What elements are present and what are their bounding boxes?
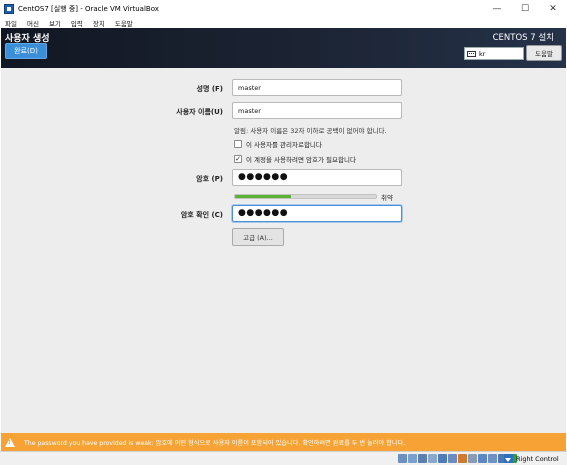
password-strength-fill	[235, 195, 292, 198]
hdd-icon[interactable]	[398, 454, 407, 463]
virtualbox-app-icon	[4, 3, 14, 14]
password-field[interactable]: ●●●●●●	[232, 169, 402, 186]
menu-input[interactable]: 입력	[71, 18, 83, 28]
network-icon[interactable]	[428, 454, 437, 463]
password-value: ●●●●●●	[238, 172, 289, 182]
username-value: master	[238, 106, 261, 115]
warning-icon	[5, 437, 15, 447]
confirm-password-value: ●●●●●●	[238, 208, 289, 218]
maximize-button[interactable]: ☐	[511, 0, 539, 17]
window-title: CentOS7 [실행 중] - Oracle VM VirtualBox	[18, 4, 159, 13]
menu-machine[interactable]: 머신	[27, 18, 39, 28]
close-button[interactable]: ✕	[539, 0, 567, 17]
status-icons	[398, 454, 518, 463]
host-key-indicator: Right Control	[504, 454, 559, 463]
minimize-button[interactable]: —	[483, 0, 511, 17]
recording-icon[interactable]	[468, 454, 477, 463]
cpu-icon[interactable]	[478, 454, 487, 463]
fullname-field[interactable]: master	[232, 79, 402, 96]
keyboard-layout-label: kr	[479, 49, 486, 58]
fullname-label: 성명 (F)	[196, 85, 224, 93]
host-key-arrow-icon	[504, 454, 513, 463]
keyboard-layout-indicator[interactable]: kr	[464, 47, 524, 60]
audio-icon[interactable]	[418, 454, 427, 463]
username-hint: 알림: 사용자 이름은 32자 이하로 공백이 없어야 합니다.	[234, 127, 387, 135]
weak-password-warning-bar[interactable]: The password you have provided is weak: …	[1, 433, 566, 451]
admin-checkbox[interactable]	[234, 140, 242, 148]
fullname-value: master	[238, 83, 261, 92]
window-titlebar: CentOS7 [실행 중] - Oracle VM VirtualBox — …	[0, 0, 567, 17]
window-controls: — ☐ ✕	[483, 0, 567, 17]
shared-folder-icon[interactable]	[448, 454, 457, 463]
menu-file[interactable]: 파일	[5, 18, 17, 28]
username-label: 사용자 이름(U)	[176, 108, 223, 116]
keyboard-icon	[467, 50, 476, 57]
password-label: 암호 (P)	[196, 175, 223, 183]
username-field[interactable]: master	[232, 102, 402, 119]
host-key-label: Right Control	[516, 454, 559, 463]
password-strength-label: 취약	[381, 194, 393, 202]
done-button[interactable]: 완료(D)	[5, 43, 47, 59]
create-user-form: 성명 (F) master 사용자 이름(U) master 알림: 사용자 이…	[1, 68, 566, 435]
help-button[interactable]: 도움말	[526, 45, 562, 61]
require-password-checkbox-row[interactable]: ✓ 이 계정을 사용하려면 암호가 필요합니다	[234, 154, 356, 164]
display-icon[interactable]	[458, 454, 467, 463]
confirm-password-label: 암호 확인 (C)	[180, 211, 223, 219]
admin-checkbox-label: 이 사용자를 관리자로합니다	[246, 141, 322, 149]
require-password-label: 이 계정을 사용하려면 암호가 필요합니다	[246, 156, 356, 164]
menu-view[interactable]: 보기	[49, 18, 61, 28]
mouse-integration-icon[interactable]	[488, 454, 497, 463]
require-password-checkbox[interactable]: ✓	[234, 155, 242, 163]
menu-help[interactable]: 도움말	[115, 18, 133, 28]
product-title: CENTOS 7 설치	[492, 33, 554, 43]
warning-text: The password you have provided is weak: …	[24, 439, 406, 447]
password-strength-bar	[234, 194, 377, 199]
usb-icon[interactable]	[438, 454, 447, 463]
confirm-password-field[interactable]: ●●●●●●	[232, 205, 402, 222]
advanced-button[interactable]: 고급 (A)...	[232, 228, 284, 246]
menubar: 파일 머신 보기 입력 장치 도움말	[0, 17, 567, 28]
virtualbox-statusbar: Right Control	[0, 451, 567, 465]
optical-drive-icon[interactable]	[408, 454, 417, 463]
menu-devices[interactable]: 장치	[93, 18, 105, 28]
admin-checkbox-row[interactable]: 이 사용자를 관리자로합니다	[234, 139, 322, 149]
installer-header: 사용자 생성 완료(D) CENTOS 7 설치 kr 도움말	[1, 28, 566, 68]
